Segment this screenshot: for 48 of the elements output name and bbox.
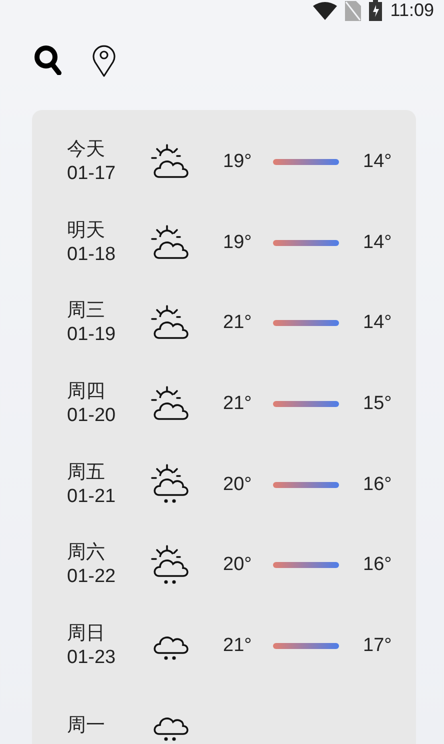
partly-cloudy-icon bbox=[151, 224, 189, 261]
high-temperature: 21° bbox=[223, 312, 253, 334]
high-temperature: 19° bbox=[223, 232, 253, 254]
day-label: 周四 bbox=[67, 381, 106, 404]
day-label: 明天 bbox=[67, 220, 106, 242]
low-temperature: 14° bbox=[363, 151, 393, 174]
partly-cloudy-icon bbox=[151, 386, 189, 422]
low-temperature: 15° bbox=[363, 393, 393, 416]
temperature-range-bar bbox=[273, 240, 339, 246]
low-temperature: 14° bbox=[363, 312, 393, 334]
date-label: 01-23 bbox=[67, 646, 117, 669]
high-temperature: 19° bbox=[223, 151, 253, 174]
partly-cloudy-icon bbox=[151, 144, 189, 180]
date-label: 01-21 bbox=[67, 486, 117, 508]
day-label: 周五 bbox=[67, 462, 106, 484]
temperature-range-bar bbox=[273, 320, 339, 326]
temperature-range-bar bbox=[273, 482, 339, 488]
day-label: 周三 bbox=[67, 300, 106, 322]
date-label: 01-17 bbox=[67, 163, 117, 186]
temperature-range-bar bbox=[273, 642, 339, 649]
status-time: 11:09 bbox=[390, 0, 434, 21]
low-temperature: 16° bbox=[363, 474, 393, 496]
low-temperature: 17° bbox=[363, 634, 393, 657]
temperature-range-bar bbox=[273, 159, 339, 166]
date-label: 01-20 bbox=[67, 405, 117, 428]
high-temperature: 21° bbox=[223, 393, 253, 416]
sun-rain-icon bbox=[151, 464, 189, 506]
search-icon[interactable] bbox=[34, 45, 62, 75]
low-temperature: 16° bbox=[363, 554, 393, 576]
no-sim-icon bbox=[345, 0, 362, 20]
low-temperature: 14° bbox=[363, 232, 393, 254]
temperature-range-bar bbox=[273, 562, 339, 568]
day-label: 周日 bbox=[67, 622, 106, 645]
day-label: 周一 bbox=[67, 715, 106, 738]
date-label: 01-18 bbox=[67, 244, 117, 266]
location-pin-icon[interactable] bbox=[92, 43, 116, 77]
high-temperature: 21° bbox=[223, 634, 253, 657]
high-temperature: 20° bbox=[223, 474, 253, 496]
sun-rain-icon bbox=[151, 544, 189, 586]
high-temperature: 20° bbox=[223, 554, 253, 576]
day-label: 周六 bbox=[67, 542, 106, 564]
day-label: 今天 bbox=[67, 139, 106, 162]
wifi-icon bbox=[313, 2, 338, 20]
battery-charging-icon bbox=[369, 0, 382, 21]
temperature-range-bar bbox=[273, 401, 339, 408]
partly-cloudy-icon bbox=[151, 305, 189, 342]
date-label: 01-22 bbox=[67, 566, 117, 588]
date-label: 01-19 bbox=[67, 324, 117, 346]
